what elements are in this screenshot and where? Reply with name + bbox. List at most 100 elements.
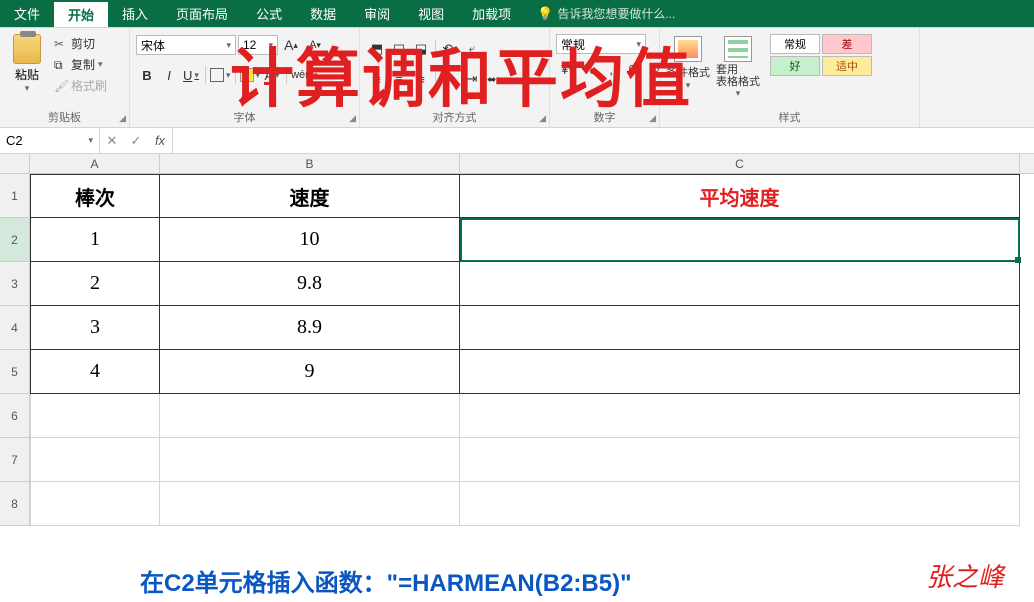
percent-format-button[interactable]: % [578,58,600,80]
col-header-B[interactable]: B [160,154,460,173]
tab-page-layout[interactable]: 页面布局 [162,0,242,27]
row-header-3[interactable]: 3 [0,262,30,306]
group-label-styles: 样式 [666,107,913,127]
align-bottom-button[interactable]: ⬓ [410,38,432,60]
font-name-select[interactable]: 宋体▾ [136,35,236,55]
fill-icon [240,68,254,82]
align-top-button[interactable]: ⬒ [366,38,388,60]
comma-format-button[interactable]: , [600,58,622,80]
cell-B2[interactable]: 10 [160,218,460,262]
cell-A4[interactable]: 3 [30,306,160,350]
cell-B1[interactable]: 速度 [160,174,460,218]
style-neutral[interactable]: 适中 [822,56,872,76]
row-header-6[interactable]: 6 [0,394,30,438]
row-header-7[interactable]: 7 [0,438,30,482]
bold-button[interactable]: B [136,64,158,86]
cell-A6[interactable] [30,394,160,438]
font-color-button[interactable]: A▾ [261,64,283,86]
tab-file[interactable]: 文件 [0,0,54,27]
phonetic-button[interactable]: wén▾ [290,64,319,86]
wrap-text-button[interactable]: ⤶ [461,38,483,60]
cell-C7[interactable] [460,438,1020,482]
number-format-select[interactable]: 常规▾ [556,34,646,54]
font-size-select[interactable]: 12▾ [238,35,278,55]
copy-button[interactable]: ⧉复制▾ [52,55,109,74]
clipboard-dialog-launcher[interactable]: ◢ [119,113,126,124]
align-center-button[interactable]: ≡ [388,68,410,90]
cell-C1[interactable]: 平均速度 [460,174,1020,218]
spreadsheet-grid[interactable]: A B C 1 2 3 4 5 6 7 8 棒次 速度 平均速度 1 10 2 … [0,154,1034,602]
fill-color-button[interactable]: ▾ [239,64,262,86]
row-header-4[interactable]: 4 [0,306,30,350]
paste-button[interactable]: 粘贴 ▾ [6,30,48,94]
merge-center-button[interactable]: ⬌▾ [483,68,505,90]
row-header-8[interactable]: 8 [0,482,30,526]
cancel-formula-button[interactable]: ✕ [100,128,124,153]
conditional-format-button[interactable]: 条件格式▾ [666,36,710,99]
cell-styles-gallery[interactable]: 常规 差 好 适中 [770,30,872,76]
orientation-button[interactable]: ⟲▾ [439,38,461,60]
style-normal[interactable]: 常规 [770,34,820,54]
number-dialog-launcher[interactable]: ◢ [649,113,656,124]
cell-A1[interactable]: 棒次 [30,174,160,218]
tab-insert[interactable]: 插入 [108,0,162,27]
tab-data[interactable]: 数据 [296,0,350,27]
cells-area[interactable]: 棒次 速度 平均速度 1 10 2 9.8 3 8.9 4 9 [30,174,1034,526]
tab-addins[interactable]: 加载项 [458,0,525,27]
copy-icon: ⧉ [54,58,68,72]
row-header-2[interactable]: 2 [0,218,30,262]
cell-B4[interactable]: 8.9 [160,306,460,350]
col-header-C[interactable]: C [460,154,1020,173]
cut-button[interactable]: ✂剪切 [52,34,109,53]
row-header-5[interactable]: 5 [0,350,30,394]
increase-decimal-button[interactable]: .00 [622,58,644,80]
tab-view[interactable]: 视图 [404,0,458,27]
group-alignment: ⬒ ⬓ ⬓ ⟲▾ ⤶ ≡ ≡ ≡ ⇤ ⇥ ⬌▾ 对齐方式 ◢ [360,28,550,127]
cell-C3[interactable] [460,262,1020,306]
align-right-button[interactable]: ≡ [410,68,432,90]
style-bad[interactable]: 差 [822,34,872,54]
col-header-A[interactable]: A [30,154,160,173]
cell-A2[interactable]: 1 [30,218,160,262]
style-good[interactable]: 好 [770,56,820,76]
cell-B6[interactable] [160,394,460,438]
decrease-font-button[interactable]: A▾ [304,34,326,56]
cell-C8[interactable] [460,482,1020,526]
align-middle-button[interactable]: ⬓ [388,38,410,60]
insert-function-button[interactable]: fx [148,128,172,153]
tell-me-search[interactable]: 💡告诉我您想要做什么... [525,0,687,27]
cell-A5[interactable]: 4 [30,350,160,394]
cell-A8[interactable] [30,482,160,526]
tab-formulas[interactable]: 公式 [242,0,296,27]
cell-B7[interactable] [160,438,460,482]
increase-font-button[interactable]: A▴ [280,34,302,56]
cell-A7[interactable] [30,438,160,482]
cell-C2[interactable] [460,218,1020,262]
decrease-indent-button[interactable]: ⇤ [439,68,461,90]
accounting-format-button[interactable]: ¥▾ [556,58,578,80]
select-all-corner[interactable] [0,154,30,173]
formula-input[interactable] [173,128,1034,153]
cell-C5[interactable] [460,350,1020,394]
cell-B5[interactable]: 9 [160,350,460,394]
cell-B8[interactable] [160,482,460,526]
format-painter-button[interactable]: 🖌格式刷 [52,76,109,95]
tab-review[interactable]: 审阅 [350,0,404,27]
name-box[interactable]: C2▾ [0,128,100,153]
format-as-table-button[interactable]: 套用 表格格式▾ [716,36,760,99]
cell-B3[interactable]: 9.8 [160,262,460,306]
cell-A3[interactable]: 2 [30,262,160,306]
row-header-1[interactable]: 1 [0,174,30,218]
tab-home[interactable]: 开始 [54,0,108,27]
cell-C4[interactable] [460,306,1020,350]
enter-formula-button[interactable]: ✓ [124,128,148,153]
font-dialog-launcher[interactable]: ◢ [349,113,356,124]
align-left-button[interactable]: ≡ [366,68,388,90]
alignment-dialog-launcher[interactable]: ◢ [539,113,546,124]
increase-indent-button[interactable]: ⇥ [461,68,483,90]
borders-button[interactable]: ▾ [209,64,232,86]
conditional-format-icon [674,36,702,62]
underline-button[interactable]: U▾ [180,64,202,86]
italic-button[interactable]: I [158,64,180,86]
cell-C6[interactable] [460,394,1020,438]
